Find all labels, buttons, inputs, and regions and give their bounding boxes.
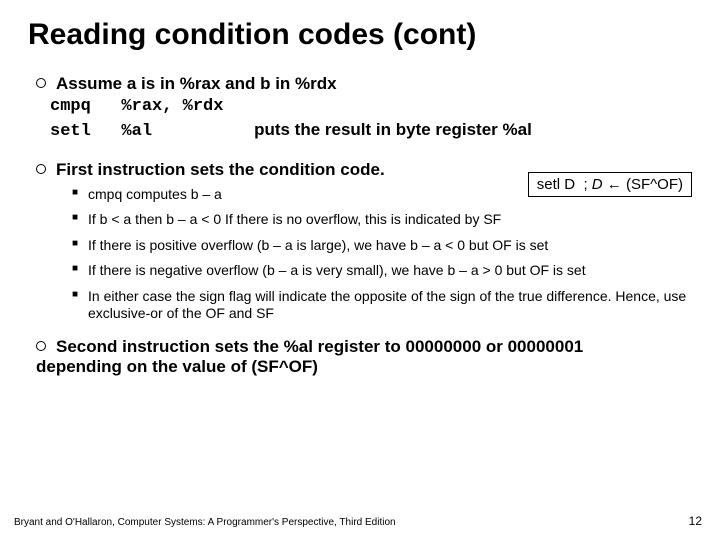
code-instr-1: cmpq	[50, 97, 91, 116]
code-ops-2: %al	[121, 122, 152, 141]
first-text: First instruction sets the condition cod…	[56, 160, 385, 179]
list-item: If there is negative overflow (b – a is …	[72, 262, 692, 280]
code-instr-2: setl	[50, 122, 91, 141]
sub-bullet-list: cmpq computes b – a If b < a then b – a …	[72, 186, 692, 323]
list-item: If b < a then b – a < 0 If there is no o…	[72, 211, 692, 229]
bullet-circle-icon	[36, 78, 46, 88]
second-instruction-line: Second instruction sets the %al register…	[36, 337, 656, 377]
bullet-circle-icon	[36, 164, 46, 174]
list-item: In either case the sign flag will indica…	[72, 288, 692, 323]
list-item: cmpq computes b – a	[72, 186, 692, 204]
page-number: 12	[689, 514, 702, 528]
assume-text: Assume a is in %rax and b in %rdx	[56, 74, 337, 93]
second-text: Second instruction sets the %al register…	[36, 337, 583, 376]
assume-line: Assume a is in %rax and b in %rdx	[36, 74, 692, 94]
slide-title: Reading condition codes (cont)	[28, 18, 692, 52]
code-annotation: puts the result in byte register %al	[254, 120, 532, 139]
code-block: cmpq %rax, %rdx setl %al puts the result…	[50, 96, 692, 144]
bullet-circle-icon	[36, 341, 46, 351]
list-item: If there is positive overflow (b – a is …	[72, 237, 692, 255]
footer-citation: Bryant and O'Hallaron, Computer Systems:…	[14, 517, 396, 528]
code-ops-1: %rax, %rdx	[121, 97, 223, 116]
